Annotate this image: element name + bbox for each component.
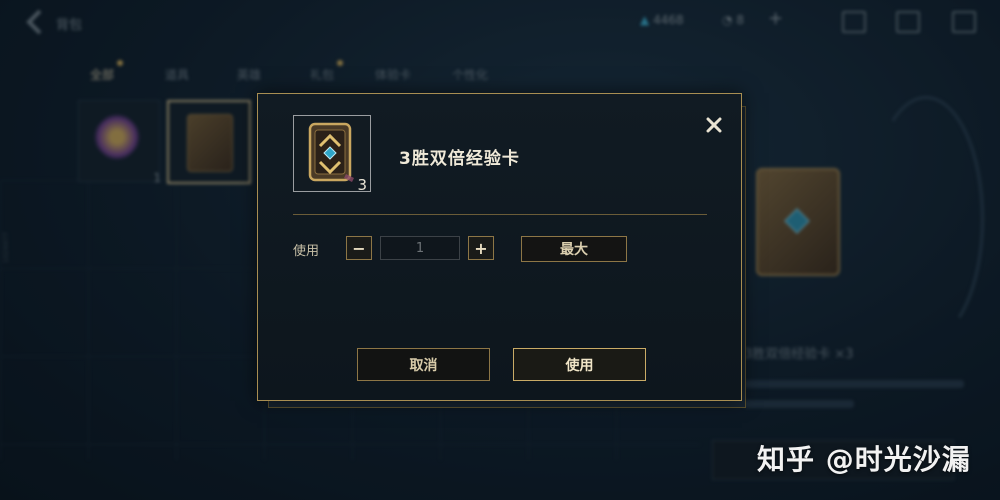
close-icon[interactable] [703,114,725,136]
item-name: 3胜双倍经验卡 [399,149,520,169]
confirm-use-button[interactable]: 使用 [513,348,646,381]
use-item-dialog: 3 3胜双倍经验卡 使用 − 1 + 最大 取消 使用 [257,93,742,401]
increase-button[interactable]: + [468,236,494,260]
decrease-button[interactable]: − [346,236,372,260]
max-quantity-button[interactable]: 最大 [521,236,627,262]
watermark: 知乎 @时光沙漏 [757,443,971,476]
item-count: 3 [357,176,367,194]
quantity-input[interactable]: 1 [380,236,460,260]
item-icon-frame: 3 [293,115,371,194]
cancel-button[interactable]: 取消 [357,348,490,381]
use-quantity-label: 使用 [293,244,320,259]
divider [293,214,707,215]
